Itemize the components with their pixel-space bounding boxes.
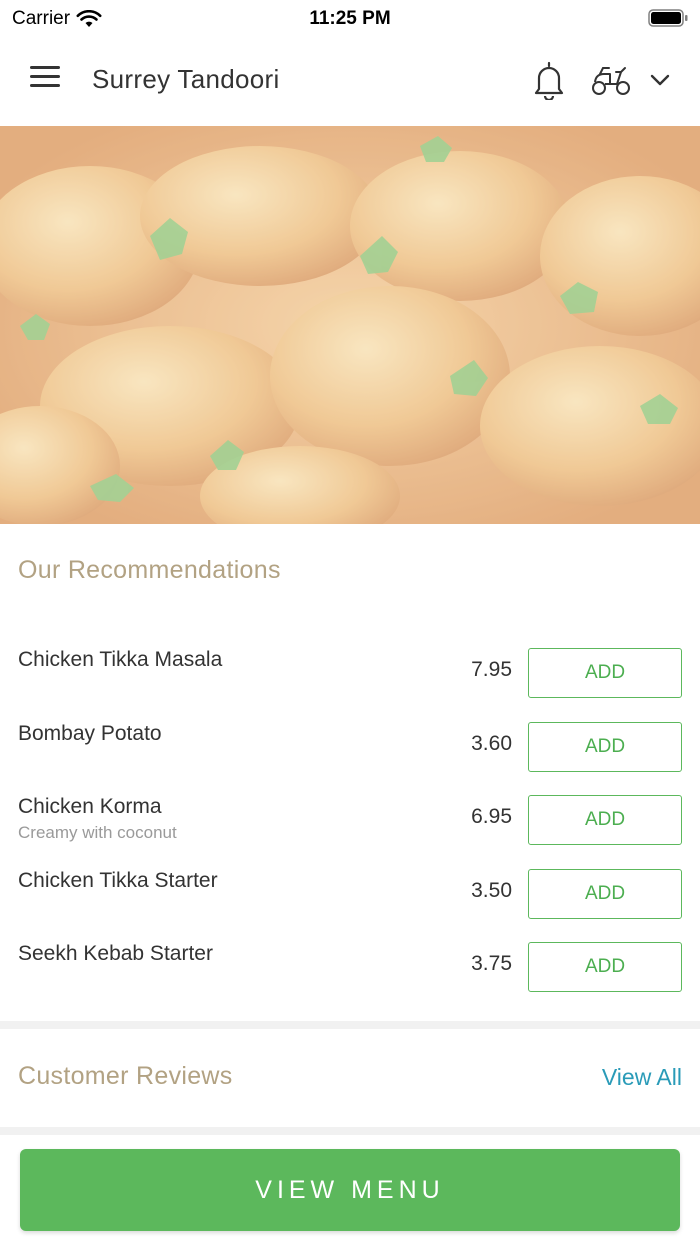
- item-price: 3.75: [471, 952, 512, 975]
- list-item: Chicken Korma Creamy with coconut 6.95 A…: [0, 777, 700, 851]
- view-menu-button[interactable]: VIEW MENU: [20, 1149, 680, 1231]
- status-time: 11:25 PM: [309, 8, 391, 29]
- hero-food-image: [0, 126, 700, 524]
- item-name: Bombay Potato: [18, 721, 162, 745]
- add-button[interactable]: ADD: [528, 721, 682, 772]
- add-button[interactable]: ADD: [528, 868, 682, 919]
- item-price: 7.95: [471, 658, 512, 681]
- section-divider: [0, 1021, 700, 1029]
- reviews-title: Customer Reviews: [18, 1062, 233, 1090]
- add-button[interactable]: ADD: [528, 942, 682, 992]
- view-all-reviews-link[interactable]: View All: [602, 1064, 682, 1091]
- list-item: Chicken Tikka Starter 3.50 ADD: [0, 851, 700, 925]
- list-item: Seekh Kebab Starter 3.75 ADD: [0, 924, 700, 998]
- hamburger-menu-icon[interactable]: [30, 66, 62, 96]
- app-header: Surrey Tandoori: [0, 36, 700, 126]
- item-name: Chicken Korma: [18, 795, 162, 818]
- chevron-down-icon[interactable]: [648, 68, 672, 92]
- recommendations-list: Chicken Tikka Masala 7.95 ADD Bombay Pot…: [0, 630, 700, 998]
- battery-icon: [648, 9, 688, 27]
- list-item: Chicken Tikka Masala 7.95 ADD: [0, 630, 700, 704]
- item-price: 6.95: [471, 805, 512, 828]
- bottom-cta-bar: VIEW MENU: [0, 1136, 700, 1244]
- scooter-icon[interactable]: [590, 62, 632, 98]
- item-price: 3.50: [471, 878, 512, 902]
- item-description: Creamy with coconut: [18, 823, 177, 842]
- add-button[interactable]: ADD: [528, 648, 682, 698]
- status-bar: Carrier 11:25 PM: [0, 0, 700, 36]
- restaurant-title: Surrey Tandoori: [92, 64, 280, 94]
- add-button[interactable]: ADD: [528, 795, 682, 845]
- item-name: Chicken Tikka Masala: [18, 648, 223, 671]
- bell-icon[interactable]: [532, 60, 566, 100]
- recommendations-title: Our Recommendations: [18, 556, 281, 584]
- list-item: Bombay Potato 3.60 ADD: [0, 704, 700, 778]
- section-divider: [0, 1127, 700, 1135]
- item-name: Chicken Tikka Starter: [18, 868, 218, 892]
- item-name: Seekh Kebab Starter: [18, 942, 213, 965]
- item-price: 3.60: [471, 731, 512, 755]
